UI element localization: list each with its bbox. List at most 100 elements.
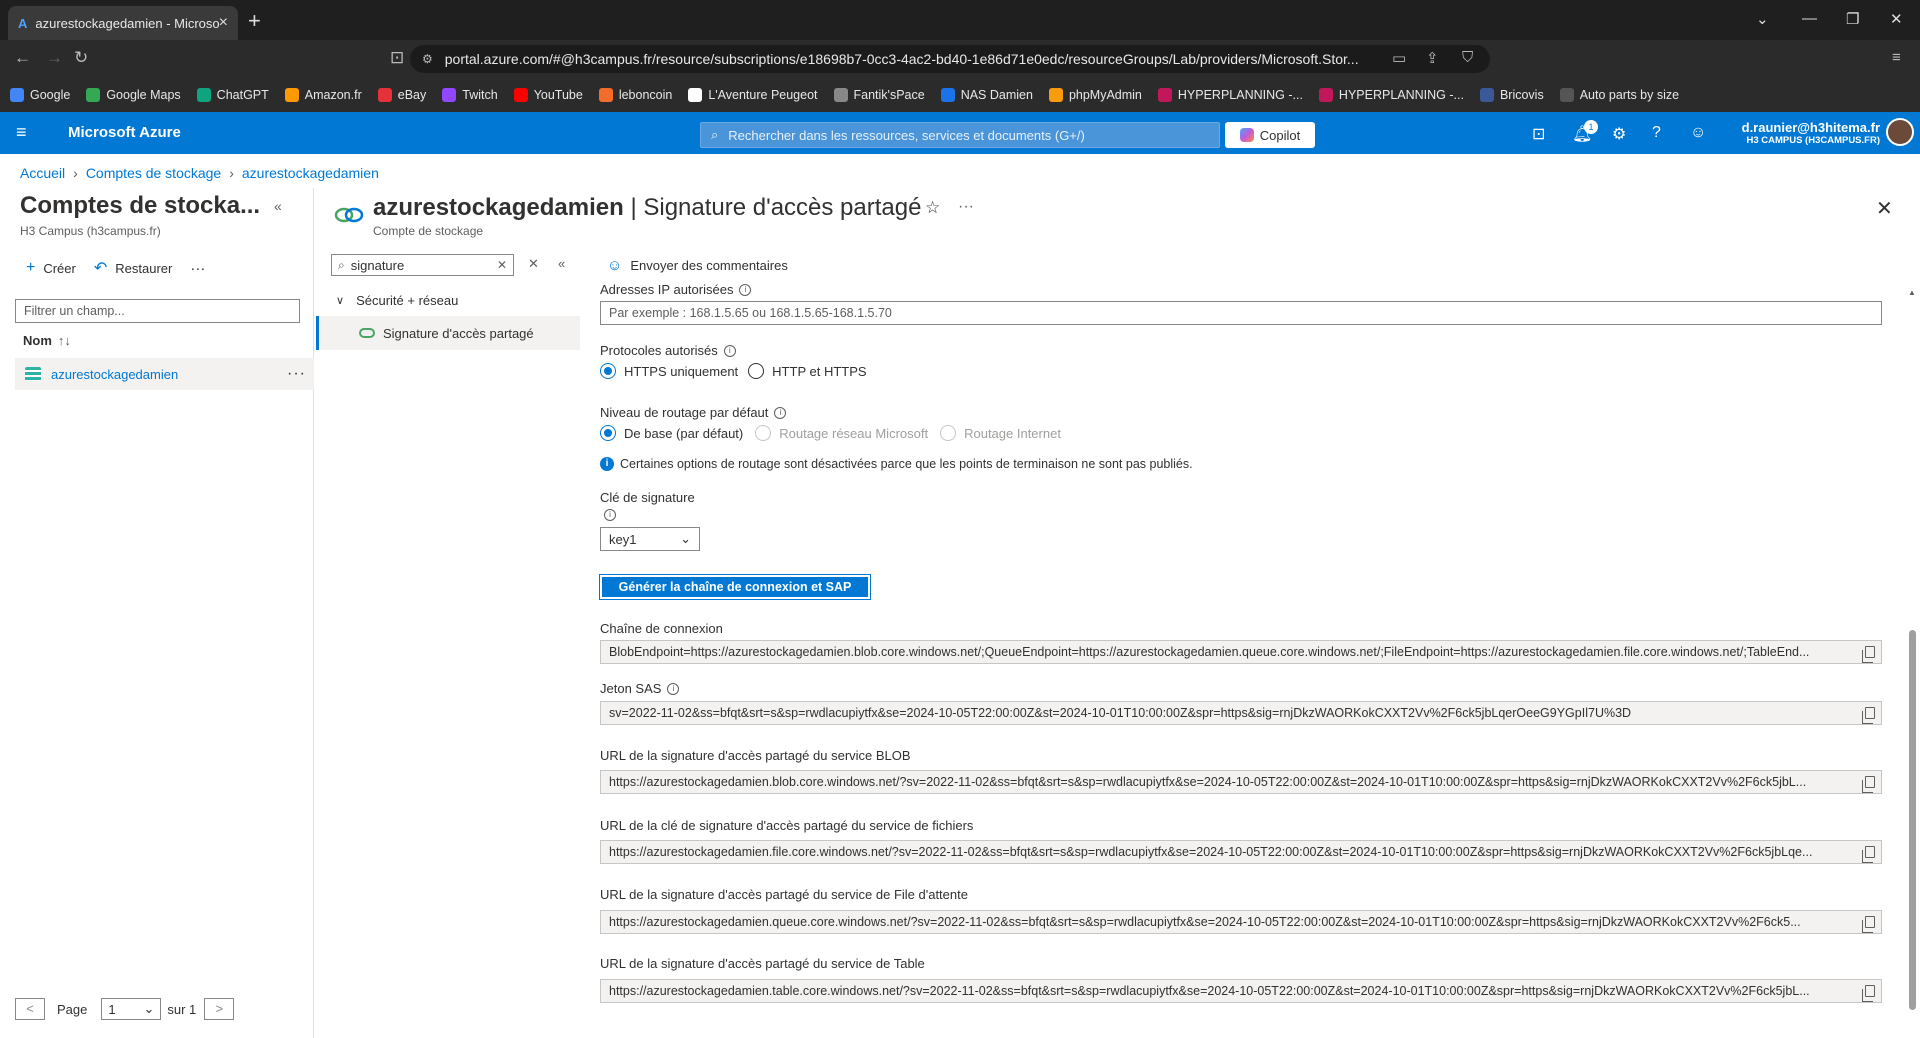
next-page-button[interactable]: > — [204, 998, 235, 1020]
bookmark-item[interactable]: Auto parts by size — [1559, 88, 1680, 102]
bookmark-item[interactable]: NAS Damien — [940, 88, 1033, 102]
create-button[interactable]: + Créer — [26, 259, 76, 277]
help-icon[interactable]: ? — [1652, 124, 1661, 142]
radio-http-https[interactable]: HTTP et HTTPS — [748, 363, 867, 379]
bookmark-item[interactable]: Google Maps — [86, 88, 181, 102]
new-tab-icon[interactable]: + — [248, 8, 261, 34]
bookmark-item[interactable]: Amazon.fr — [284, 88, 362, 102]
bookmark-item[interactable]: ChatGPT — [196, 88, 269, 102]
bookmark-item[interactable]: Bricovis — [1479, 88, 1544, 102]
copy-to-clipboard-icon[interactable] — [1862, 646, 1875, 663]
menu-search-input[interactable]: ⌕ signature ✕ — [331, 254, 514, 276]
storage-account-name[interactable]: azurestockagedamien — [51, 367, 287, 382]
minimize-icon[interactable]: — — [1802, 10, 1817, 27]
previous-page-button[interactable]: < — [15, 998, 45, 1020]
account-info[interactable]: d.raunier@h3hitema.fr H3 CAMPUS (H3CAMPU… — [1742, 120, 1880, 146]
breadcrumb-storage-accounts[interactable]: Comptes de stockage — [86, 165, 221, 181]
bookmark-item[interactable]: leboncoin — [598, 88, 672, 102]
scrollbar[interactable]: ▲ — [1906, 288, 1918, 1038]
copy-to-clipboard-icon[interactable] — [1862, 916, 1875, 933]
info-icon[interactable]: i — [667, 682, 680, 695]
filter-input[interactable]: Filtrer un champ... — [15, 299, 300, 323]
more-options-icon[interactable]: ··· — [287, 365, 306, 383]
column-header-name[interactable]: Nom ↑↓ — [23, 333, 71, 348]
bookmark-label: Auto parts by size — [1579, 88, 1680, 102]
bookmark-item[interactable]: L'Aventure Peugeot — [688, 88, 818, 102]
sort-icon[interactable]: ↑↓ — [58, 333, 71, 348]
bookmark-item[interactable]: eBay — [377, 88, 426, 102]
cloud-shell-icon[interactable]: ⊡ — [1532, 124, 1545, 144]
settings-gear-icon[interactable]: ⚙ — [1612, 124, 1626, 144]
bookmark-item[interactable]: Twitch — [442, 88, 498, 102]
menu-group-security[interactable]: ∨ Sécurité + réseau — [336, 293, 458, 308]
close-blade-icon[interactable]: ✕ — [1876, 196, 1893, 221]
bookmark-item[interactable]: HYPERPLANNING -... — [1157, 88, 1303, 102]
radio-routing-internet[interactable]: Routage Internet — [940, 425, 1061, 441]
more-commands-icon[interactable]: ··· — [190, 260, 205, 277]
copy-to-clipboard-icon[interactable] — [1862, 846, 1875, 863]
radio-routing-default[interactable]: De base (par défaut) — [600, 425, 743, 441]
favorite-star-icon[interactable]: ☆ — [925, 198, 940, 218]
copilot-button[interactable]: Copilot — [1225, 122, 1315, 148]
radio-https-only[interactable]: HTTPS uniquement — [600, 363, 738, 379]
scrollbar-thumb[interactable] — [1909, 630, 1916, 1010]
url-field[interactable]: ⚙ portal.azure.com/#@h3campus.fr/resourc… — [410, 45, 1490, 73]
chevron-down-icon: ∨ — [336, 295, 345, 307]
azure-brand[interactable]: Microsoft Azure — [68, 124, 181, 141]
restore-button[interactable]: ↶ Restaurer — [94, 258, 172, 278]
close-tab-icon[interactable]: × — [219, 14, 228, 32]
ip-input[interactable]: Par exemple : 168.1.5.65 ou 168.1.5.65-1… — [600, 301, 1882, 325]
back-icon[interactable]: ← — [14, 48, 31, 68]
global-search-input[interactable]: ⌕ Rechercher dans les ressources, servic… — [700, 122, 1220, 148]
bookmark-item[interactable]: Google — [10, 88, 70, 102]
copy-to-clipboard-icon[interactable] — [1862, 776, 1875, 793]
bookmark-item[interactable]: Fantik'sPace — [833, 88, 925, 102]
feedback-icon[interactable]: ☺ — [1690, 124, 1706, 142]
output-field-value[interactable]: https://azurestockagedamien.queue.core.w… — [600, 910, 1882, 934]
output-field-value[interactable]: https://azurestockagedamien.table.core.w… — [600, 979, 1882, 1003]
collapse-icon[interactable]: « — [274, 198, 282, 214]
bookmark-item[interactable]: YouTube — [513, 88, 583, 102]
bookmark-item[interactable]: phpMyAdmin — [1048, 88, 1142, 102]
signing-key-select[interactable]: key1 ⌄ — [600, 527, 700, 551]
info-icon[interactable]: i — [774, 406, 787, 419]
cast-icon[interactable]: ▭ — [1392, 49, 1406, 67]
output-field-value[interactable]: BlobEndpoint=https://azurestockagedamien… — [600, 640, 1882, 664]
breadcrumb-home[interactable]: Accueil — [20, 165, 65, 181]
portal-menu-icon[interactable]: ≡ — [16, 122, 27, 143]
menu-item-sas[interactable]: Signature d'accès partagé — [316, 316, 580, 350]
bookmark-item[interactable]: HYPERPLANNING -... — [1318, 88, 1464, 102]
radio-label: Routage réseau Microsoft — [779, 425, 929, 441]
browser-tab[interactable]: A azurestockagedamien - Microsoft Azure … — [8, 6, 238, 40]
info-icon[interactable]: i — [604, 509, 616, 521]
bookmark-page-icon[interactable]: ⊡ — [390, 48, 404, 68]
brave-shield-icon[interactable]: ⛉ — [1462, 49, 1473, 66]
scroll-up-icon[interactable]: ▲ — [1908, 288, 1916, 297]
more-actions-icon[interactable]: ··· — [958, 198, 974, 216]
breadcrumb-resource[interactable]: azurestockagedamien — [242, 165, 379, 181]
list-item[interactable]: azurestockagedamien ··· — [15, 358, 314, 390]
send-feedback-button[interactable]: ☺ Envoyer des commentaires — [607, 257, 788, 274]
clear-search-icon[interactable]: ✕ — [497, 258, 507, 272]
avatar[interactable] — [1886, 118, 1914, 146]
copy-to-clipboard-icon[interactable] — [1862, 707, 1875, 724]
share-icon[interactable]: ⇪ — [1426, 49, 1439, 67]
collapse-menu-icon[interactable]: « — [558, 256, 565, 271]
output-field-value[interactable]: https://azurestockagedamien.blob.core.wi… — [600, 770, 1882, 794]
reload-icon[interactable]: ↻ — [74, 48, 88, 68]
page-select[interactable]: 1 ⌄ — [101, 998, 162, 1020]
forward-icon[interactable]: → — [46, 48, 63, 68]
site-info-icon[interactable]: ⚙ — [422, 52, 433, 66]
output-field-value[interactable]: sv=2022-11-02&ss=bfqt&srt=s&sp=rwdlacupi… — [600, 701, 1882, 725]
restore-icon[interactable]: ❐ — [1846, 10, 1859, 28]
close-window-icon[interactable]: ✕ — [1890, 10, 1903, 28]
copy-to-clipboard-icon[interactable] — [1862, 985, 1875, 1002]
radio-routing-microsoft[interactable]: Routage réseau Microsoft — [755, 425, 928, 441]
tab-list-icon[interactable]: ⌄ — [1756, 10, 1769, 28]
info-icon[interactable]: i — [723, 344, 736, 357]
generate-sas-button[interactable]: Générer la chaîne de connexion et SAP — [599, 574, 871, 600]
close-search-icon[interactable]: ✕ — [528, 256, 539, 272]
info-icon[interactable]: i — [739, 283, 752, 296]
output-field-value[interactable]: https://azurestockagedamien.file.core.wi… — [600, 840, 1882, 864]
menu-icon[interactable]: ≡ — [1892, 49, 1901, 66]
